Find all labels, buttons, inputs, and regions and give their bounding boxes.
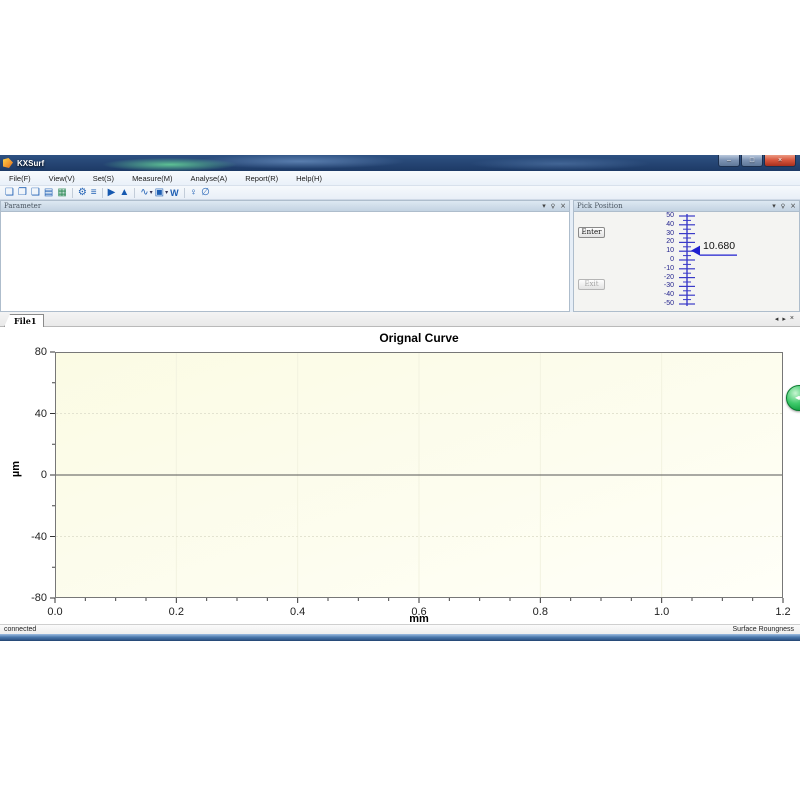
dropdown-icon[interactable]: ▾: [772, 202, 776, 210]
settings-gear-icon[interactable]: ⚙: [76, 187, 89, 199]
x-axis-tick-label: 1.0: [640, 606, 684, 618]
position-pointer-icon[interactable]: [691, 246, 700, 256]
app-window: KXSurf –□× File(F)View(V)Set(S)Measure(M…: [0, 155, 800, 641]
title-bar: KXSurf –□×: [0, 155, 800, 171]
mode-status: Surface Roungness: [733, 626, 794, 633]
new-file-icon[interactable]: ❏: [3, 187, 16, 199]
parameter-panel-header: Parameter ▾ ♀ ×: [0, 200, 570, 212]
document-area: Orignal Curve µm mm 0.00.20.40.60.81.01.…: [0, 327, 800, 624]
window-bottom-edge: [0, 634, 800, 641]
parameter-panel-title: Parameter: [4, 202, 532, 210]
y-axis-tick-label: -40: [13, 531, 47, 543]
tab-navigation: ◂▸ ×: [775, 315, 794, 323]
toolbar-separator: [184, 188, 185, 198]
word-report-icon[interactable]: W: [168, 187, 181, 199]
y-axis-tick-label: 40: [13, 408, 47, 420]
y-axis-tick-label: 0: [13, 469, 47, 481]
ruler-tick-label: -20: [648, 274, 674, 282]
x-axis-tick-label: 0.4: [276, 606, 320, 618]
window-controls: –□×: [717, 155, 796, 167]
pick-position-panel-header: Pick Position ▾ ♀ ×: [573, 200, 800, 212]
start-measure-icon[interactable]: ▶: [106, 187, 118, 199]
toolbar-separator: [134, 188, 135, 198]
app-icon: [3, 158, 13, 168]
ruler-tick-label: 50: [648, 212, 674, 220]
parameter-list-icon[interactable]: ≡: [89, 187, 99, 199]
tab-next-icon[interactable]: ▸: [782, 315, 786, 323]
menu-report[interactable]: Report(R): [236, 171, 287, 185]
lift-probe-icon[interactable]: ▲: [117, 187, 131, 199]
pin-icon[interactable]: ♀: [781, 203, 785, 210]
maximize-button[interactable]: □: [741, 155, 763, 167]
x-axis-tick-label: 0.2: [154, 606, 198, 618]
parameter-panel-body: [0, 212, 570, 312]
y-axis-tick-label: 80: [13, 346, 47, 358]
ruler-tick-label: -50: [648, 300, 674, 308]
pick-position-header-buttons: ▾ ♀ ×: [767, 201, 796, 212]
pick-position-panel: Pick Position ▾♀× Enter Exit 10.680 5040…: [573, 200, 800, 312]
tab-file1[interactable]: File1: [4, 314, 44, 327]
menu-set[interactable]: Set(S): [84, 171, 123, 185]
parameter-header-buttons: ▾ ♀ ×: [537, 201, 566, 212]
save-file-icon[interactable]: ▤: [42, 187, 55, 199]
close-button[interactable]: ×: [764, 155, 796, 167]
ruler-tick-label: -30: [648, 282, 674, 290]
document-tab-bar: File1 ◂▸ ×: [0, 312, 800, 327]
connection-status: connected: [4, 626, 36, 633]
magnet-icon[interactable]: ∅: [199, 187, 212, 199]
status-bar: connected Surface Roungness: [0, 624, 800, 634]
chart-axes: [0, 327, 800, 624]
menu-measure[interactable]: Measure(M): [123, 171, 181, 185]
tab-prev-icon[interactable]: ◂: [775, 315, 779, 323]
ruler-tick-label: -10: [648, 265, 674, 273]
ruler-tick-label: 0: [648, 256, 674, 264]
menu-help[interactable]: Help(H): [287, 171, 331, 185]
screen: KXSurf –□× File(F)View(V)Set(S)Measure(M…: [0, 0, 800, 800]
excel-export-icon[interactable]: ▦: [55, 187, 68, 199]
position-ruler: [574, 212, 800, 312]
toolbar-separator: [102, 188, 103, 198]
menu-file[interactable]: File(F): [0, 171, 40, 185]
toolbar-separator: [72, 188, 73, 198]
close-icon[interactable]: ×: [560, 202, 566, 210]
window-title: KXSurf: [17, 159, 44, 168]
ruler-tick-label: 10: [648, 247, 674, 255]
image-export-icon[interactable]: ▣: [153, 187, 166, 199]
ruler-tick-label: 40: [648, 221, 674, 229]
pick-position-panel-title: Pick Position: [577, 202, 762, 210]
ruler-tick-label: -40: [648, 291, 674, 299]
minimize-button[interactable]: –: [718, 155, 740, 167]
x-axis-tick-label: 0.8: [518, 606, 562, 618]
ruler-tick-label: 30: [648, 230, 674, 238]
probe-position-icon[interactable]: ♀: [188, 187, 200, 199]
open-file-icon[interactable]: ❐: [16, 187, 29, 199]
parameter-panel: Parameter ▾ ♀ ×: [0, 200, 570, 312]
pick-position-panel-body: Enter Exit 10.680 50403020100-10-20-30-4…: [573, 212, 800, 312]
copy-file-icon[interactable]: ❑: [29, 187, 42, 199]
x-axis-tick-label: 0.0: [33, 606, 77, 618]
x-axis-tick-label: 1.2: [761, 606, 800, 618]
tab-close-icon[interactable]: ×: [790, 315, 794, 323]
pin-icon[interactable]: ♀: [551, 203, 555, 210]
menu-analyse[interactable]: Analyse(A): [182, 171, 237, 185]
menu-view[interactable]: View(V): [40, 171, 84, 185]
menu-bar: File(F)View(V)Set(S)Measure(M)Analyse(A)…: [0, 171, 800, 186]
close-icon[interactable]: ×: [790, 202, 796, 210]
toolbar: ❏❐❑▤▦⚙≡▶▲∿▾▣▾W♀∅: [0, 186, 800, 200]
dropdown-icon[interactable]: ▾: [542, 202, 546, 210]
y-axis-tick-label: -80: [13, 592, 47, 604]
pick-position-value: 10.680: [703, 240, 735, 252]
ruler-tick-label: 20: [648, 238, 674, 246]
x-axis-tick-label: 0.6: [397, 606, 441, 618]
